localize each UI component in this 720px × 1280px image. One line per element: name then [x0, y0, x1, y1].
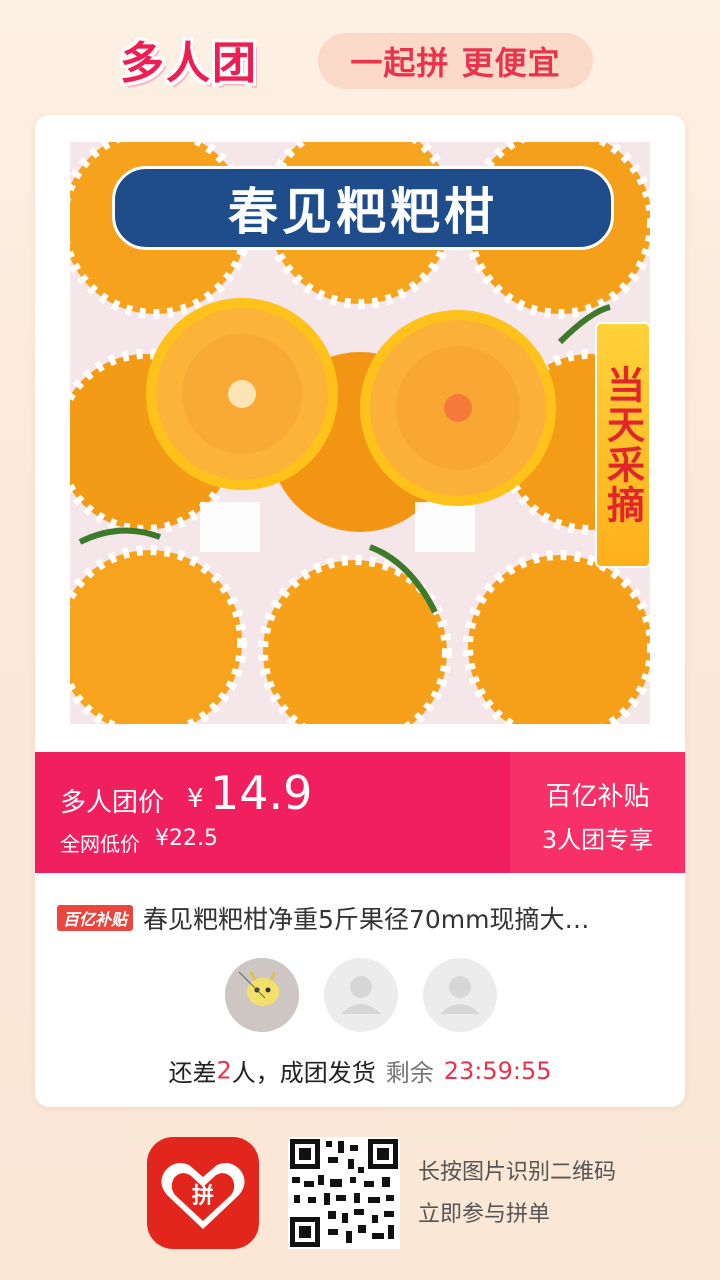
subsidy-badge: 百亿补贴: [57, 905, 134, 931]
subsidy-panel: 百亿补贴 3人团专享: [510, 752, 685, 873]
product-card[interactable]: 春见粑粑柑 当天采摘 多人团价 ¥ 14.9 全网低价 ¥22.5 百亿补贴 3…: [35, 115, 685, 1107]
qr-code[interactable]: [288, 1137, 400, 1249]
group-status: 还差2人，成团发货 剩余 23:59:55: [35, 1053, 685, 1088]
avatar: [225, 958, 299, 1032]
svg-text:拼: 拼: [192, 1183, 214, 1209]
group-price: 14.9: [210, 766, 313, 820]
image-banner: 春见粑粑柑: [112, 166, 614, 250]
countdown-timer: 23:59:55: [443, 1056, 552, 1085]
app-logo-icon: 拼: [161, 1163, 245, 1229]
product-image[interactable]: 春见粑粑柑 当天采摘: [70, 142, 650, 724]
qr-code-icon: [288, 1137, 400, 1249]
product-title-row[interactable]: 百亿补贴 春见粑粑柑净重5斤果径70mm现摘大…: [57, 900, 667, 936]
pinduoduo-app-icon: 拼: [147, 1137, 259, 1249]
empty-slot-avatar: [324, 958, 398, 1032]
empty-slot-avatar: [423, 958, 497, 1032]
user-avatar-icon: [225, 958, 299, 1032]
header: 多人团 一起拼 更便宜: [0, 0, 720, 115]
currency-symbol: ¥: [187, 784, 204, 814]
slogan-pill: 一起拼 更便宜: [318, 33, 593, 89]
status-suffix: 人，成团发货: [231, 1059, 376, 1087]
footer-line-2: 立即参与拼单: [418, 1202, 551, 1227]
participant-avatars: [225, 958, 505, 1034]
original-price: ¥22.5: [155, 826, 218, 851]
brand-logo: 多人团: [120, 38, 258, 89]
person-placeholder-icon: [440, 976, 480, 1014]
product-title[interactable]: 春见粑粑柑净重5斤果径70mm现摘大…: [143, 900, 589, 936]
status-prefix: 还差: [168, 1059, 217, 1087]
footer-instructions: 长按图片识别二维码 立即参与拼单: [418, 1152, 616, 1236]
footer-line-1: 长按图片识别二维码: [418, 1160, 617, 1185]
subsidy-title: 百亿补贴: [545, 782, 650, 812]
person-placeholder-icon: [341, 976, 381, 1014]
price-bar: 多人团价 ¥ 14.9 全网低价 ¥22.5 百亿补贴 3人团专享: [35, 752, 685, 873]
image-tag: 当天采摘: [595, 322, 650, 568]
original-price-label: 全网低价: [60, 832, 140, 856]
group-price-label: 多人团价: [60, 788, 165, 818]
remaining-count: 2: [216, 1056, 232, 1085]
subsidy-subtitle: 3人团专享: [541, 826, 654, 854]
remaining-label: 剩余: [385, 1059, 434, 1087]
